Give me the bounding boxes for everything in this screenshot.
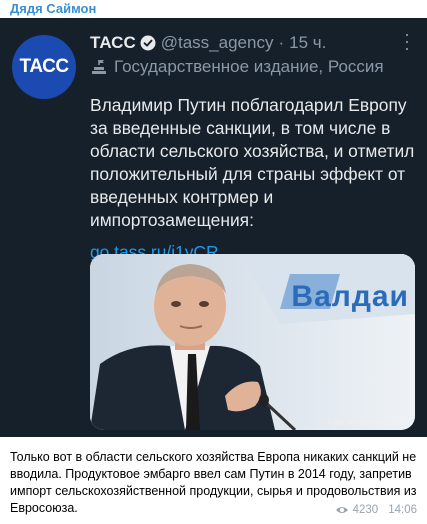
tweet-author[interactable]: ТАСС xyxy=(90,33,136,53)
photo-background-text: Валдаи xyxy=(291,280,409,313)
views-eye-icon xyxy=(335,507,348,513)
verified-badge-icon xyxy=(140,35,156,51)
tass-avatar[interactable]: ТАСС xyxy=(12,35,76,99)
tweet-handle[interactable]: @tass_agency xyxy=(161,33,274,53)
state-media-icon xyxy=(92,60,106,74)
state-media-label[interactable]: Государственное издание, Россия xyxy=(90,57,417,77)
post-meta: 4230 14:06 xyxy=(335,504,417,516)
tweet-time[interactable]: 15 ч. xyxy=(289,33,326,53)
tweet-header: ТАСС @tass_agency · 15 ч. xyxy=(90,32,415,54)
more-options-icon[interactable]: ··· xyxy=(398,32,418,53)
state-media-text: Государственное издание, Россия xyxy=(114,57,384,76)
header-separator: · xyxy=(278,33,285,52)
tweet-photo[interactable]: Валдаи © Дмитрий Феоктистов/ТАСС xyxy=(90,254,415,430)
tweet-text: Владимир Путин поблагодарил Европу за вв… xyxy=(90,95,415,230)
photo-watermark: © Дмитрий Феоктистов/ТАСС xyxy=(327,420,409,426)
avatar-text: ТАСС xyxy=(19,56,69,77)
tweet-embed[interactable]: ТАСС ТАСС @tass_agency · 15 ч. ··· Госуд… xyxy=(0,18,427,437)
post-time: 14:06 xyxy=(388,504,417,516)
channel-name[interactable]: Дядя Саймон xyxy=(10,1,96,16)
views-count: 4230 xyxy=(352,504,379,516)
